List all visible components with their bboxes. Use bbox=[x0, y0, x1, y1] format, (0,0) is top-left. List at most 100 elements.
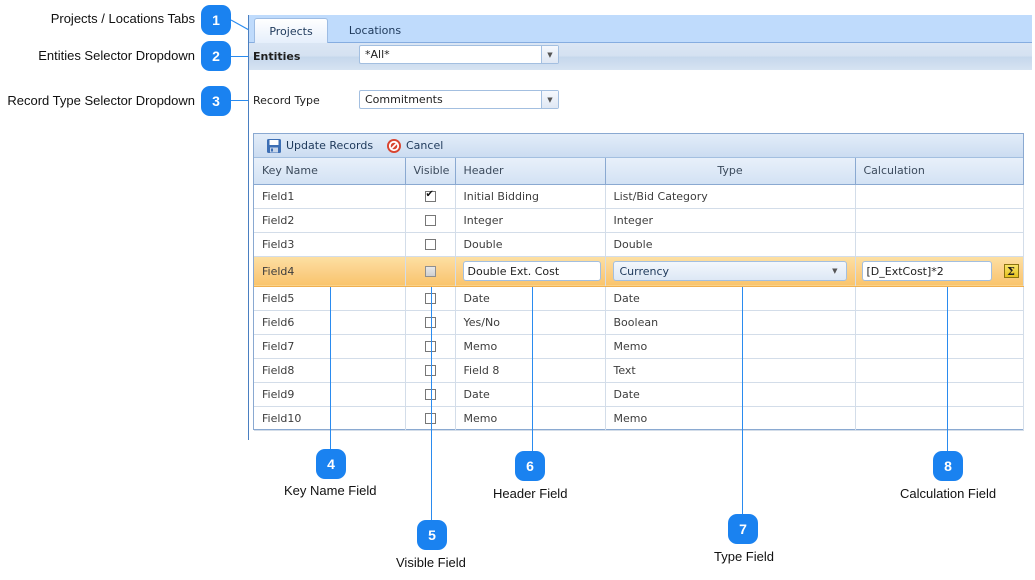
table-row[interactable]: Field3 Double Double bbox=[254, 232, 1024, 257]
calculation-cell bbox=[855, 208, 1024, 233]
visible-cell bbox=[405, 334, 456, 359]
tab-locations[interactable]: Locations bbox=[335, 18, 415, 42]
table-row[interactable]: Field6 Yes/No Boolean bbox=[254, 310, 1024, 335]
header-cell: Initial Bidding bbox=[455, 184, 606, 209]
callout-badge-8: 8 bbox=[933, 451, 963, 481]
key-name-cell: Field3 bbox=[254, 232, 406, 257]
column-header-header[interactable]: Header bbox=[455, 158, 606, 185]
type-cell: Integer bbox=[605, 208, 856, 233]
table-header-row: Key Name Visible Header Type Calculation bbox=[254, 158, 1024, 185]
entities-label: Entities bbox=[253, 50, 301, 63]
callout-label-header: Header Field bbox=[493, 486, 568, 501]
type-cell: Memo bbox=[605, 334, 856, 359]
visible-cell bbox=[405, 310, 456, 335]
fields-table: Key Name Visible Header Type Calculation… bbox=[254, 158, 1024, 431]
key-name-cell: Field1 bbox=[254, 184, 406, 209]
visible-cell bbox=[405, 286, 456, 311]
record-type-label: Record Type bbox=[253, 94, 320, 107]
type-cell: Memo bbox=[605, 406, 856, 431]
fields-grid: Update Records Cancel Key Name Visible H… bbox=[253, 133, 1024, 431]
visible-checkbox[interactable] bbox=[424, 317, 436, 328]
callout-connector-3 bbox=[231, 100, 249, 101]
type-cell: Double bbox=[605, 232, 856, 257]
calculation-cell bbox=[855, 382, 1024, 407]
header-cell: Integer bbox=[455, 208, 606, 233]
visible-checkbox[interactable] bbox=[424, 365, 436, 376]
table-row[interactable]: Field7 Memo Memo bbox=[254, 334, 1024, 359]
callout-label-calculation: Calculation Field bbox=[900, 486, 997, 501]
table-row[interactable]: Field9 Date Date bbox=[254, 382, 1024, 407]
callout-label-entities: Entities Selector Dropdown bbox=[38, 48, 195, 63]
app-left-border bbox=[248, 15, 249, 440]
type-cell: Date bbox=[605, 382, 856, 407]
callout-label-key-name: Key Name Field bbox=[284, 483, 377, 498]
visible-checkbox[interactable] bbox=[424, 215, 436, 226]
cancel-icon bbox=[386, 138, 402, 154]
key-name-cell: Field4 bbox=[254, 256, 406, 287]
type-cell: List/Bid Category bbox=[605, 184, 856, 209]
callout-badge-4: 4 bbox=[316, 449, 346, 479]
visible-cell bbox=[405, 232, 456, 257]
header-cell: Double bbox=[455, 232, 606, 257]
update-records-label: Update Records bbox=[286, 139, 374, 152]
table-row[interactable]: Field8 Field 8 Text bbox=[254, 358, 1024, 383]
visible-checkbox[interactable] bbox=[424, 413, 436, 424]
callout-label-type: Type Field bbox=[714, 549, 774, 564]
column-header-visible[interactable]: Visible bbox=[405, 158, 456, 185]
callout-badge-2: 2 bbox=[201, 41, 231, 71]
record-type-dropdown[interactable]: Commitments ▼ bbox=[359, 90, 559, 109]
calculation-cell bbox=[855, 310, 1024, 335]
callout-connector-4 bbox=[330, 287, 331, 451]
callout-label-visible: Visible Field bbox=[396, 555, 466, 570]
column-header-type[interactable]: Type bbox=[605, 158, 856, 185]
column-header-key-name[interactable]: Key Name bbox=[254, 158, 406, 185]
update-records-button[interactable]: Update Records bbox=[266, 134, 373, 157]
table-row[interactable]: Field2 Integer Integer bbox=[254, 208, 1024, 233]
entities-dropdown[interactable]: *All* ▼ bbox=[359, 45, 559, 64]
calculation-cell bbox=[855, 358, 1024, 383]
header-input[interactable]: Double Ext. Cost bbox=[462, 261, 601, 281]
callout-badge-1: 1 bbox=[201, 5, 231, 35]
callout-connector-6 bbox=[532, 287, 533, 453]
visible-cell bbox=[405, 256, 456, 287]
table-row[interactable]: Field5 Date Date bbox=[254, 286, 1024, 311]
chevron-down-icon[interactable]: ▼ bbox=[541, 46, 558, 63]
visible-checkbox[interactable] bbox=[424, 239, 436, 250]
header-cell: Double Ext. Cost bbox=[455, 256, 606, 287]
header-cell: Date bbox=[455, 286, 606, 311]
sigma-icon[interactable]: Σ bbox=[1003, 264, 1019, 278]
calculation-cell bbox=[855, 184, 1024, 209]
visible-cell bbox=[405, 382, 456, 407]
visible-cell bbox=[405, 184, 456, 209]
header-cell: Yes/No bbox=[455, 310, 606, 335]
type-cell: Text bbox=[605, 358, 856, 383]
record-type-dropdown-value: Commitments bbox=[365, 93, 443, 106]
type-dropdown[interactable]: Currency ▼ bbox=[612, 261, 847, 281]
cancel-label: Cancel bbox=[406, 139, 444, 152]
callout-badge-7: 7 bbox=[728, 514, 758, 544]
visible-checkbox[interactable] bbox=[424, 389, 436, 400]
table-row[interactable]: Field10 Memo Memo bbox=[254, 406, 1024, 431]
header-cell: Memo bbox=[455, 406, 606, 431]
calculation-cell bbox=[855, 406, 1024, 431]
table-row[interactable]: Field1 Initial BiddingList/Bid Category bbox=[254, 184, 1024, 209]
table-row[interactable]: Field4 Double Ext. Cost Currency ▼ [D_ExtCos… bbox=[254, 256, 1024, 287]
grid-toolbar: Update Records Cancel bbox=[254, 134, 1023, 158]
cancel-button[interactable]: Cancel bbox=[386, 134, 443, 157]
type-cell: Date bbox=[605, 286, 856, 311]
visible-checkbox[interactable] bbox=[424, 341, 436, 352]
tab-projects[interactable]: Projects bbox=[254, 18, 328, 44]
visible-cell bbox=[405, 208, 456, 233]
chevron-down-icon[interactable]: ▼ bbox=[832, 267, 837, 275]
column-header-calculation[interactable]: Calculation bbox=[855, 158, 1024, 185]
header-cell: Field 8 bbox=[455, 358, 606, 383]
visible-checkbox[interactable] bbox=[424, 293, 436, 304]
header-cell: Memo bbox=[455, 334, 606, 359]
visible-cell bbox=[405, 406, 456, 431]
chevron-down-icon[interactable]: ▼ bbox=[541, 91, 558, 108]
callout-connector-8 bbox=[947, 287, 948, 453]
calculation-input[interactable]: [D_ExtCost]*2 bbox=[861, 261, 992, 281]
callout-connector-2 bbox=[231, 56, 249, 57]
visible-checkbox[interactable] bbox=[424, 266, 436, 277]
visible-checkbox[interactable] bbox=[424, 189, 436, 202]
